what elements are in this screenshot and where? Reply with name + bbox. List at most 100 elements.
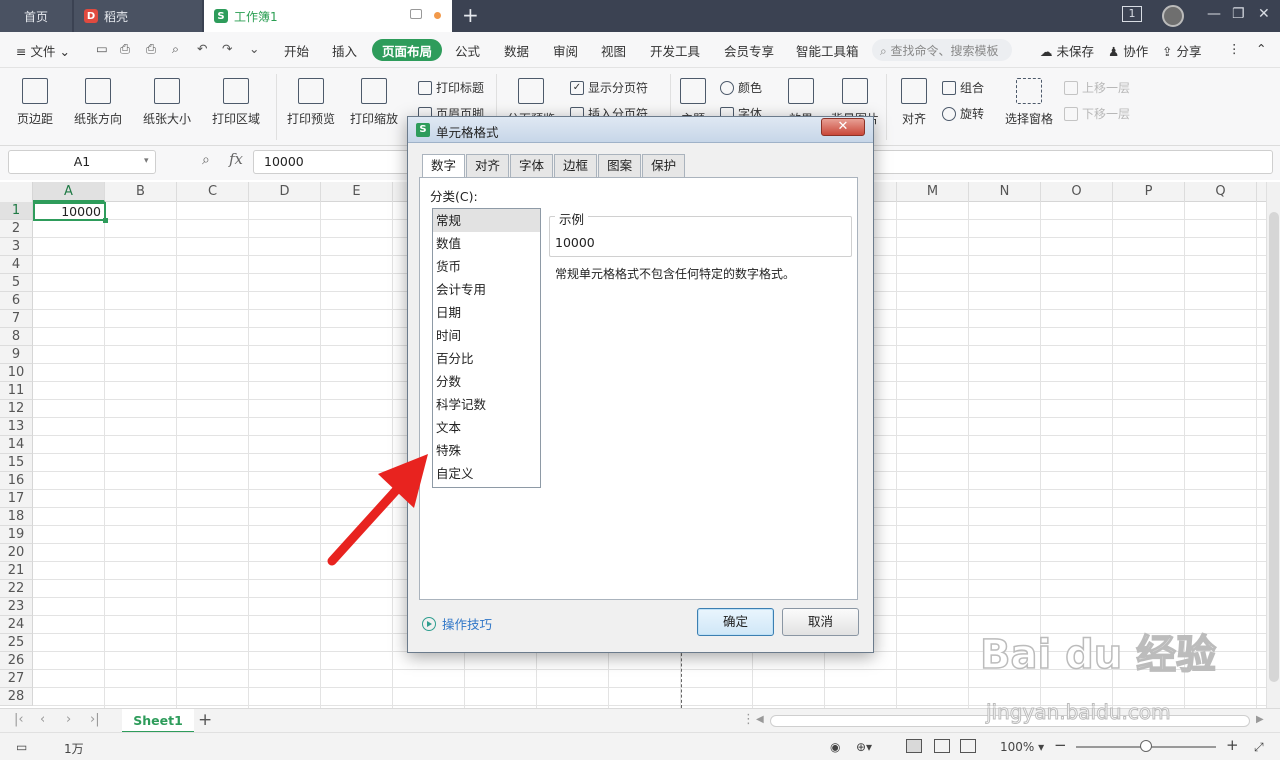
row-header[interactable]: 16 — [0, 472, 33, 490]
name-box[interactable]: A1 — [8, 150, 156, 174]
ok-button[interactable]: 确定 — [697, 608, 774, 636]
menu-data[interactable]: 数据 — [504, 41, 529, 60]
vertical-scroll-thumb[interactable] — [1269, 212, 1279, 682]
zoom-formula-icon[interactable]: ⌕ — [202, 152, 210, 168]
category-number[interactable]: 数值 — [433, 232, 540, 255]
rotate-button[interactable]: 旋转 — [942, 105, 984, 122]
collapse-ribbon-icon[interactable]: ⌃ — [1256, 41, 1266, 56]
row-header[interactable]: 18 — [0, 508, 33, 526]
row-header[interactable]: 6 — [0, 292, 33, 310]
collab-button[interactable]: ♟ 协作 — [1108, 41, 1148, 60]
row-header[interactable]: 5 — [0, 274, 33, 292]
quick-access-dropdown-icon[interactable]: ⌄ — [249, 41, 259, 56]
menu-member[interactable]: 会员专享 — [724, 41, 774, 60]
row-header[interactable]: 3 — [0, 238, 33, 256]
tab-border[interactable]: 边框 — [554, 154, 598, 178]
zoom-level[interactable]: 100% ▾ — [1000, 740, 1044, 754]
save-icon[interactable]: ▭ — [96, 41, 108, 56]
print-area-button[interactable]: 打印区域 — [206, 78, 266, 127]
menu-page-layout[interactable]: 页面布局 — [372, 39, 443, 61]
margins-button[interactable]: 页边距 — [10, 78, 60, 127]
row-header[interactable]: 8 — [0, 328, 33, 346]
column-header[interactable]: A — [33, 182, 105, 202]
print-title-button[interactable]: 打印标题 — [418, 79, 484, 96]
close-icon[interactable]: ✕ — [1258, 6, 1270, 22]
bring-forward-button[interactable]: 上移一层 — [1064, 79, 1130, 96]
row-header[interactable]: 12 — [0, 400, 33, 418]
share-button[interactable]: ⇪ 分享 — [1162, 41, 1201, 60]
orientation-button[interactable]: 纸张方向 — [68, 78, 128, 127]
row-header[interactable]: 13 — [0, 418, 33, 436]
undo-icon[interactable]: ↶ — [197, 41, 207, 56]
fill-handle[interactable] — [103, 218, 108, 223]
row-header[interactable]: 10 — [0, 364, 33, 382]
dialog-title-bar[interactable]: S 单元格格式 ✕ — [408, 117, 873, 143]
menu-formula[interactable]: 公式 — [455, 41, 480, 60]
layout-dropdown-icon[interactable]: ⊕▾ — [856, 740, 872, 754]
paper-size-button[interactable]: 纸张大小 — [136, 78, 198, 127]
next-sheet-icon[interactable]: › — [66, 712, 71, 727]
scroll-left-icon[interactable]: ◀ — [756, 714, 764, 725]
menu-smart-tools[interactable]: 智能工具箱 — [796, 41, 862, 60]
row-header[interactable]: 25 — [0, 634, 33, 652]
category-text[interactable]: 文本 — [433, 416, 540, 439]
row-header[interactable]: 4 — [0, 256, 33, 274]
column-header[interactable]: D — [249, 182, 321, 202]
more-icon[interactable]: ⋮ — [1228, 41, 1241, 56]
menu-start[interactable]: 开始 — [284, 41, 309, 60]
column-header[interactable]: M — [897, 182, 969, 202]
category-general[interactable]: 常规 — [433, 209, 540, 232]
tab-number[interactable]: 数字 — [422, 154, 466, 179]
row-header[interactable]: 28 — [0, 688, 33, 706]
row-header[interactable]: 7 — [0, 310, 33, 328]
redo-icon[interactable]: ↷ — [222, 41, 232, 56]
row-header[interactable]: 20 — [0, 544, 33, 562]
first-sheet-icon[interactable]: |‹ — [14, 712, 24, 727]
category-time[interactable]: 时间 — [433, 324, 540, 347]
page-layout-view-icon[interactable] — [934, 739, 950, 753]
new-tab-button[interactable]: + — [462, 4, 479, 26]
name-box-dropdown-icon[interactable]: ▾ — [144, 156, 149, 166]
row-header[interactable]: 21 — [0, 562, 33, 580]
row-header[interactable]: 27 — [0, 670, 33, 688]
hscroll-split-icon[interactable]: ⋮ — [742, 712, 755, 727]
send-backward-button[interactable]: 下移一层 — [1064, 105, 1130, 122]
prev-sheet-icon[interactable]: ‹ — [40, 712, 45, 727]
print-setup-icon[interactable]: ⎙ — [146, 41, 156, 57]
column-header[interactable]: P — [1113, 182, 1185, 202]
eye-protection-icon[interactable]: ◉ — [830, 740, 840, 754]
category-date[interactable]: 日期 — [433, 301, 540, 324]
fx-icon[interactable]: fx — [229, 150, 243, 168]
fullscreen-icon[interactable]: ⤢ — [1254, 740, 1264, 755]
print-icon[interactable]: ⎙ — [120, 41, 130, 57]
print-preview-icon[interactable]: ⌕ — [172, 41, 179, 57]
category-special[interactable]: 特殊 — [433, 439, 540, 462]
dialog-close-button[interactable]: ✕ — [821, 118, 865, 136]
tab-home[interactable]: 首页 — [0, 0, 72, 32]
show-page-break-checkbox[interactable]: ✓ 显示分页符 — [570, 79, 648, 96]
print-preview-button[interactable]: 打印预览 — [284, 78, 338, 127]
row-header[interactable]: 23 — [0, 598, 33, 616]
avatar[interactable] — [1162, 5, 1184, 27]
row-header[interactable]: 2 — [0, 220, 33, 238]
group-button[interactable]: 组合 — [942, 79, 984, 96]
row-header[interactable]: 11 — [0, 382, 33, 400]
row-header[interactable]: 24 — [0, 616, 33, 634]
scroll-right-icon[interactable]: ▶ — [1256, 714, 1264, 725]
tab-docer[interactable]: D 稻壳 — [74, 0, 202, 32]
selection-pane-button[interactable]: 选择窗格 — [1002, 78, 1056, 127]
page-break-view-icon[interactable] — [960, 739, 976, 753]
row-header[interactable]: 26 — [0, 652, 33, 670]
category-list[interactable]: 常规 数值 货币 会计专用 日期 时间 百分比 分数 科学记数 文本 特殊 自定… — [432, 208, 541, 488]
minimize-icon[interactable]: — — [1207, 6, 1221, 22]
macro-icon[interactable]: ▭ — [16, 740, 27, 754]
menu-view[interactable]: 视图 — [601, 41, 626, 60]
row-header[interactable]: 1 — [0, 202, 33, 220]
category-fraction[interactable]: 分数 — [433, 370, 540, 393]
zoom-out-icon[interactable]: − — [1054, 736, 1067, 754]
last-sheet-icon[interactable]: ›| — [90, 712, 100, 727]
zoom-in-icon[interactable]: + — [1226, 736, 1239, 754]
tips-link[interactable]: 操作技巧 — [422, 614, 492, 633]
column-header[interactable]: O — [1041, 182, 1113, 202]
restore-icon[interactable]: ❐ — [1232, 6, 1245, 22]
